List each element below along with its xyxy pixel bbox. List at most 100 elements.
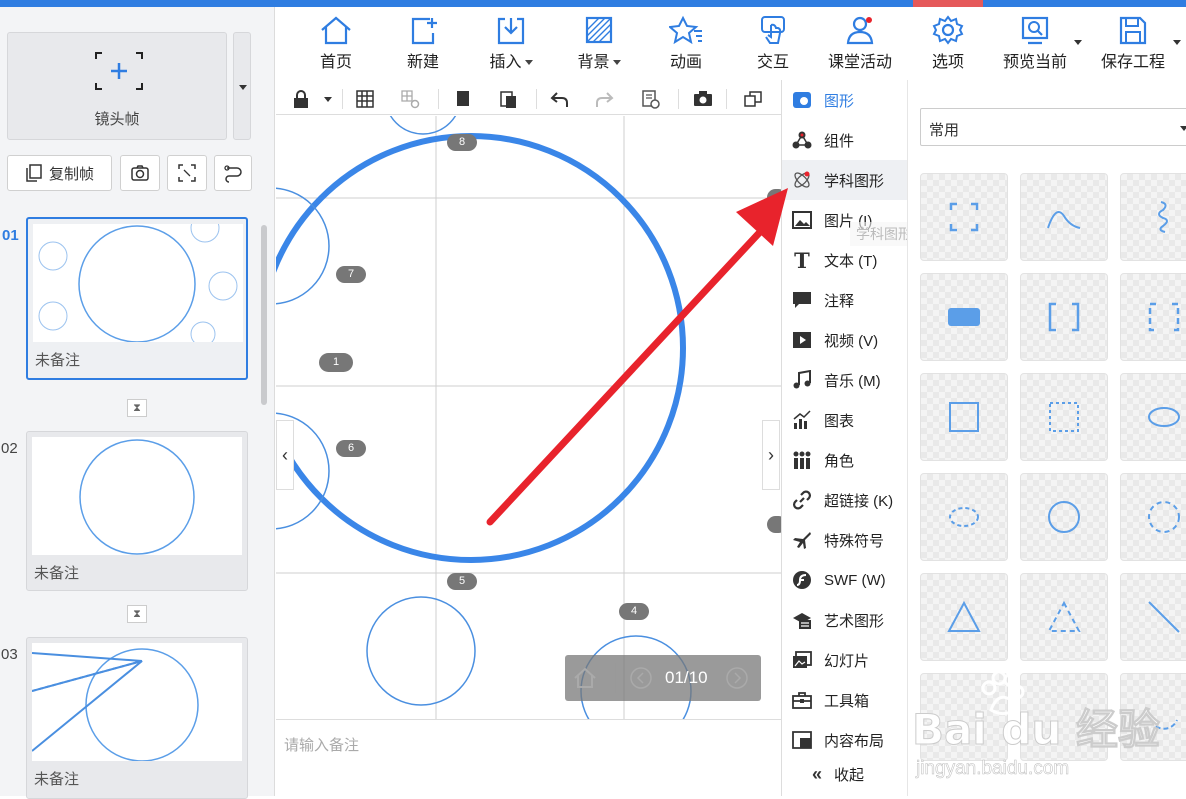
undo-icon[interactable] bbox=[550, 89, 570, 109]
shape-dashed-ellipse[interactable] bbox=[920, 473, 1008, 561]
title-strip-close[interactable] bbox=[913, 0, 983, 7]
shape-dashed-rect[interactable] bbox=[1020, 373, 1108, 461]
shape-circle[interactable] bbox=[1020, 473, 1108, 561]
chevron-down-icon[interactable] bbox=[1074, 40, 1082, 45]
chevron-down-icon[interactable] bbox=[1173, 40, 1181, 45]
shape-dashed-circle[interactable] bbox=[1120, 473, 1186, 561]
shape-curve[interactable] bbox=[1020, 173, 1108, 261]
shape-category-select[interactable]: 常用 bbox=[920, 108, 1186, 146]
menu-item-text[interactable]: T 文本 (T) bbox=[782, 240, 907, 280]
frame-label-badge[interactable]: 6 bbox=[336, 440, 366, 457]
slide-icon bbox=[791, 649, 813, 671]
chevron-down-icon bbox=[524, 60, 533, 66]
chevron-down-icon[interactable] bbox=[1180, 126, 1186, 131]
toolbar-background[interactable]: 背景 bbox=[559, 15, 639, 72]
notes-area[interactable]: 请输入备注 bbox=[276, 719, 781, 796]
shape-ellipse[interactable] bbox=[1120, 373, 1186, 461]
copy-frame-button[interactable]: 复制帧 bbox=[7, 155, 112, 191]
frame-label-badge[interactable]: 8 bbox=[447, 134, 477, 151]
menu-item-comment[interactable]: 注释 bbox=[782, 280, 907, 320]
frame-label-badge-edge[interactable] bbox=[767, 189, 781, 206]
component-icon bbox=[791, 129, 813, 151]
add-frame-button[interactable]: 镜头帧 bbox=[7, 32, 227, 140]
history-icon[interactable] bbox=[640, 89, 660, 109]
grid-settings-icon[interactable] bbox=[400, 89, 420, 109]
transition-icon[interactable]: ⧗ bbox=[127, 399, 147, 417]
copy-frame-label: 复制帧 bbox=[48, 165, 94, 183]
menu-item-toolbox[interactable]: 工具箱 bbox=[782, 680, 907, 720]
menu-item-music[interactable]: 音乐 (M) bbox=[782, 360, 907, 400]
frame-label-badge[interactable]: 7 bbox=[336, 266, 366, 283]
save-icon bbox=[1119, 16, 1147, 45]
add-frame-dropdown[interactable] bbox=[233, 32, 251, 140]
shape-dashed-triangle[interactable] bbox=[1020, 573, 1108, 661]
frame-thumb[interactable]: 02 未备注 bbox=[1, 431, 248, 591]
toolbar-preview[interactable]: 预览当前 bbox=[995, 15, 1075, 72]
frame-thumb[interactable]: 01 未备注 bbox=[2, 213, 248, 380]
video-icon bbox=[791, 329, 813, 351]
toolbar-interaction[interactable]: 交互 bbox=[733, 15, 813, 72]
shape-scribble[interactable] bbox=[1120, 173, 1186, 261]
menu-item-video[interactable]: 视频 (V) bbox=[782, 320, 907, 360]
camera-icon[interactable] bbox=[693, 89, 713, 109]
toolbar-insert[interactable]: 插入 bbox=[471, 15, 551, 72]
next-page-icon[interactable] bbox=[725, 666, 749, 690]
new-icon bbox=[411, 17, 437, 45]
menu-item-role[interactable]: 角色 bbox=[782, 440, 907, 480]
copy-icon[interactable] bbox=[453, 89, 473, 109]
toolbar-preview-label: 预览当前 bbox=[1002, 54, 1067, 71]
editor-canvas[interactable]: 8 7 1 6 5 4 bbox=[276, 116, 781, 719]
toolbar-animation[interactable]: 动画 bbox=[646, 15, 726, 72]
toolbar-interaction-label: 交互 bbox=[756, 54, 789, 71]
toolbar-new[interactable]: 新建 bbox=[383, 15, 463, 72]
switch-path-button[interactable] bbox=[214, 155, 252, 191]
lock-icon[interactable] bbox=[291, 89, 311, 109]
shape-line[interactable] bbox=[1120, 573, 1186, 661]
collapse-left-button[interactable]: ‹ bbox=[276, 420, 294, 490]
menu-item-component[interactable]: 组件 bbox=[782, 120, 907, 160]
menu-item-slide[interactable]: 幻灯片 bbox=[782, 640, 907, 680]
menu-item-swf[interactable]: SWF (W) bbox=[782, 560, 907, 600]
menu-item-art-shape[interactable]: 艺术图形 bbox=[782, 600, 907, 640]
menu-item-link[interactable]: 超链接 (K) bbox=[782, 480, 907, 520]
transition-icon[interactable]: ⧗ bbox=[127, 605, 147, 623]
fit-frame-button[interactable] bbox=[167, 155, 207, 191]
shape-dashed-corner-rect[interactable] bbox=[920, 173, 1008, 261]
menu-item-shape[interactable]: 图形 bbox=[782, 80, 907, 120]
frame-label-badge[interactable]: 1 bbox=[319, 353, 353, 372]
shape-filled-rect[interactable] bbox=[920, 273, 1008, 361]
frame-label-badge-edge[interactable] bbox=[767, 516, 781, 533]
menu-item-special-symbol[interactable]: 特殊符号 bbox=[782, 520, 907, 560]
prev-page-icon[interactable] bbox=[629, 666, 653, 690]
frame-list-scrollbar[interactable] bbox=[261, 225, 267, 405]
playback-controls: 01/10 bbox=[565, 655, 761, 701]
toolbar-classroom-activity[interactable]: 课堂活动 bbox=[820, 15, 900, 72]
expand-right-button[interactable]: › bbox=[762, 420, 780, 490]
shape-rect[interactable] bbox=[920, 373, 1008, 461]
paste-icon[interactable] bbox=[498, 89, 518, 109]
frame-thumb[interactable]: 03 未备注 bbox=[1, 637, 248, 799]
menu-collapse-button[interactable]: « 收起 bbox=[782, 754, 907, 794]
page-indicator: 01/10 bbox=[665, 668, 708, 687]
toolbar-insert-label: 插入 bbox=[471, 48, 551, 72]
frame-note: 未备注 bbox=[34, 565, 80, 582]
baidu-watermark: Bai du 经验 jingyan.baidu.com bbox=[912, 668, 1182, 793]
home-icon[interactable] bbox=[573, 666, 597, 690]
toolbar-home[interactable]: 首页 bbox=[296, 15, 376, 72]
chevron-down-icon[interactable] bbox=[324, 97, 332, 102]
toolbar-options[interactable]: 选项 bbox=[908, 15, 988, 72]
canvas-drawing bbox=[276, 116, 781, 719]
frame-label-badge[interactable]: 4 bbox=[619, 603, 649, 620]
layer-icon[interactable] bbox=[743, 89, 763, 109]
frame-label-badge[interactable]: 5 bbox=[447, 573, 477, 590]
menu-item-chart[interactable]: 图表 bbox=[782, 400, 907, 440]
edit-toolbar bbox=[276, 83, 781, 115]
shape-triangle[interactable] bbox=[920, 573, 1008, 661]
toolbar-save[interactable]: 保存工程 bbox=[1093, 15, 1173, 72]
menu-item-subject-shape[interactable]: 学科图形 bbox=[782, 160, 907, 200]
shape-brackets[interactable] bbox=[1020, 273, 1108, 361]
grid-icon[interactable] bbox=[355, 89, 375, 109]
snapshot-button[interactable] bbox=[120, 155, 160, 191]
shape-dashed-brackets[interactable] bbox=[1120, 273, 1186, 361]
redo-icon[interactable] bbox=[594, 89, 614, 109]
